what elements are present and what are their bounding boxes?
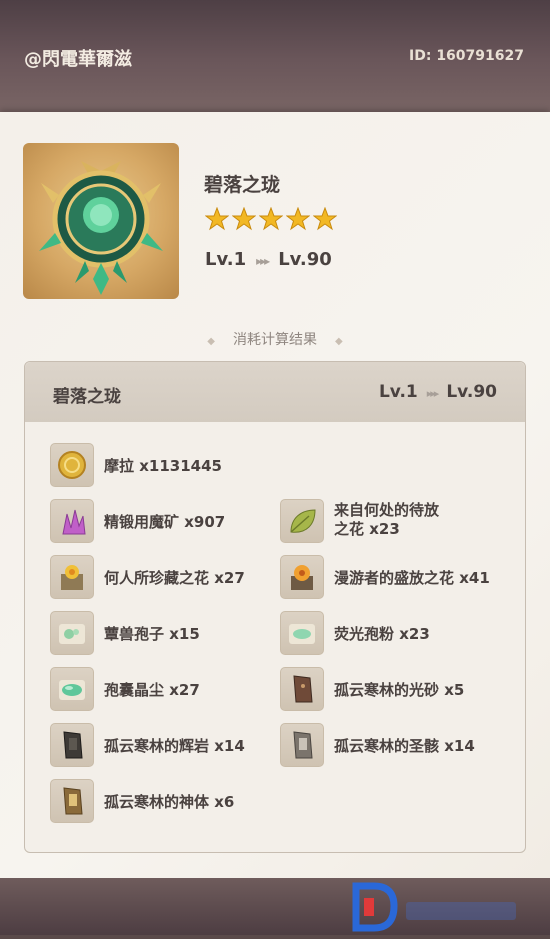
divine-body-icon (50, 779, 94, 823)
result-header: 碧落之珑 Lv.1 ▸▸▸ Lv.90 (25, 362, 525, 422)
relic-icon (280, 723, 324, 767)
level-from: Lv.1 (205, 249, 247, 270)
spore-icon (50, 611, 94, 655)
result-level-range: Lv.1 ▸▸▸ Lv.90 (379, 382, 497, 402)
material-item: 荧光孢粉 x23 (280, 611, 510, 655)
sand-icon (280, 667, 324, 711)
material-label: 孤云寒林的圣骸 x14 (334, 737, 475, 755)
material-item: 孤云寒林的光砂 x5 (280, 667, 510, 711)
material-item: 漫游者的盛放之花 x41 (280, 555, 510, 599)
user-id: ID: 160791627 (409, 48, 524, 64)
material-item: 孤云寒林的神体 x6 (50, 779, 270, 823)
treasured-flower-icon (50, 555, 94, 599)
result-weapon-name: 碧落之珑 (53, 387, 121, 407)
material-label: 孤云寒林的神体 x6 (104, 793, 235, 811)
result-level-from: Lv.1 (378, 382, 418, 402)
blooming-flower-icon (280, 555, 324, 599)
material-item: 孤云寒林的辉岩 x14 (50, 723, 270, 767)
material-label: 孤云寒林的光砂 x5 (334, 681, 465, 699)
section-title-text: 消耗计算结果 (233, 332, 317, 348)
material-label: 漫游者的盛放之花 x41 (334, 569, 490, 587)
material-label: 何人所珍藏之花 x27 (104, 569, 245, 587)
material-item: 蕈兽孢子 x15 (50, 611, 270, 655)
material-label: 孤云寒林的辉岩 x14 (104, 737, 245, 755)
username: @閃電華爾滋 (24, 49, 132, 70)
diamond-icon: ◆ (207, 336, 215, 347)
radiant-rock-icon (50, 723, 94, 767)
material-label: 荧光孢粉 x23 (334, 625, 430, 643)
arrow-icon: ▸▸▸ (256, 254, 270, 268)
star-icon (286, 207, 310, 231)
material-label: 摩拉 x1131445 (104, 457, 222, 475)
material-item: 精锻用魔矿 x907 (50, 499, 270, 543)
section-title: ◆ 消耗计算结果 ◆ (0, 329, 550, 349)
diamond-icon: ◆ (335, 336, 343, 347)
star-icon (205, 207, 229, 231)
arrow-icon: ▸▸▸ (426, 387, 440, 400)
level-range: Lv.1 ▸▸▸ Lv.90 (205, 249, 332, 270)
weapon-image (23, 143, 179, 299)
material-label: 孢囊晶尘 x27 (104, 681, 200, 699)
crystalline-dust-icon (50, 667, 94, 711)
luminescent-pollen-icon (280, 611, 324, 655)
watermark-logo (350, 880, 540, 935)
material-item: 何人所珍藏之花 x27 (50, 555, 270, 599)
rarity-stars (205, 207, 340, 235)
star-icon (232, 207, 256, 231)
level-to: Lv.90 (278, 249, 332, 270)
star-icon (313, 207, 337, 231)
material-item: 来自何处的待放 之花 x23 (280, 499, 510, 543)
result-panel: 碧落之珑 Lv.1 ▸▸▸ Lv.90 摩拉 x1131445 精锻用魔矿 x907… (24, 361, 526, 853)
material-item: 孤云寒林的圣骸 x14 (280, 723, 510, 767)
top-bar: @閃電華爾滋 ID: 160791627 (0, 0, 550, 120)
star-icon (259, 207, 283, 231)
mystic-ore-icon (50, 499, 94, 543)
result-level-to: Lv.90 (446, 382, 497, 402)
material-item: 摩拉 x1131445 (50, 443, 270, 487)
leaf-icon (280, 499, 324, 543)
material-label: 来自何处的待放 之花 x23 (334, 501, 440, 538)
material-label: 蕈兽孢子 x15 (104, 625, 200, 643)
material-label: 精锻用魔矿 x907 (104, 513, 226, 531)
mora-icon (50, 443, 94, 487)
weapon-name: 碧落之珑 (204, 174, 281, 196)
material-item: 孢囊晶尘 x27 (50, 667, 270, 711)
